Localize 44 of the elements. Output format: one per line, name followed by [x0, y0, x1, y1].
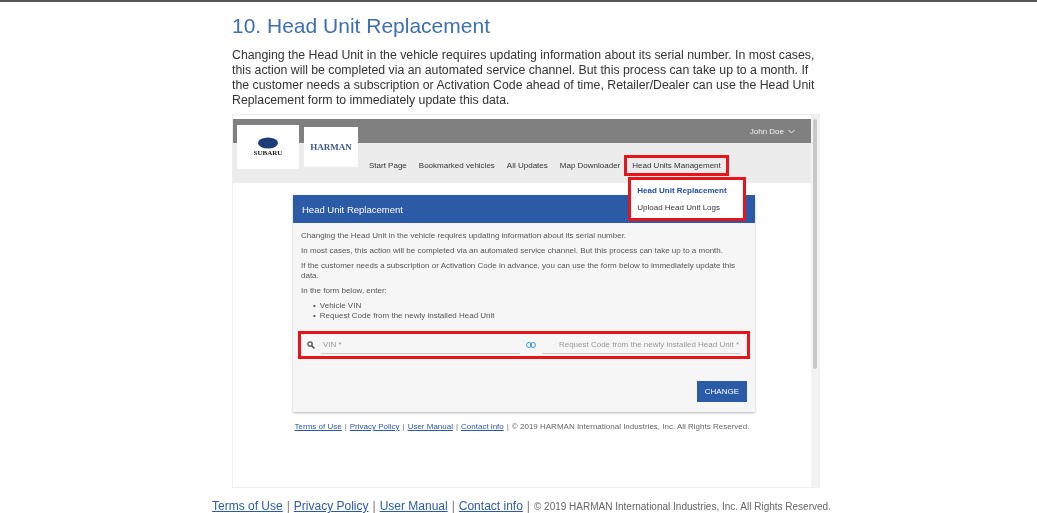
link-separator: | — [344, 422, 347, 431]
link-icon — [526, 342, 536, 348]
footer-link[interactable]: Privacy Policy — [293, 499, 369, 513]
footer-link[interactable]: User Manual — [379, 499, 448, 513]
user-name[interactable]: John Doe — [749, 126, 784, 136]
logo-emblem-icon — [257, 137, 279, 149]
chevron-down-icon — [788, 128, 795, 134]
card-paragraph: In most cases, this action will be completed via an automated service channel. But this process can take up to a month. — [301, 246, 724, 256]
footer-link[interactable]: Terms of Use — [294, 422, 342, 431]
dropdown-item[interactable]: Upload Head Unit Logs — [631, 199, 744, 216]
link-separator: | — [286, 499, 290, 513]
card-paragraph: If the customer needs a subscription or Activation Code in advance, you can use the form below to immediately update this data. — [301, 261, 736, 281]
copyright-text: © 2019 HARMAN International Industries, Inc. All Rights Reserved. — [511, 422, 750, 431]
nav-item[interactable]: All Updates — [501, 158, 553, 173]
link-separator: | — [372, 499, 376, 513]
nav-item[interactable]: Map Downloader — [554, 158, 626, 173]
list-item: Request Code from the newly installed Head Unit — [319, 311, 495, 321]
link-separator: | — [451, 499, 455, 513]
card-paragraph: Changing the Head Unit in the vehicle requires updating information about its serial number. — [301, 231, 628, 241]
link-separator: | — [402, 422, 405, 431]
logo-text: HARMAN — [310, 142, 352, 152]
card-paragraph: In the form below, enter: — [301, 286, 388, 296]
vin-input-field[interactable]: VIN * — [321, 336, 520, 354]
bullet: • — [313, 311, 316, 321]
footer-link[interactable]: Terms of Use — [212, 499, 283, 513]
list-item: Vehicle VIN — [319, 301, 362, 311]
footer-link[interactable]: Contact info — [458, 499, 523, 513]
footer-link[interactable]: User Manual — [407, 422, 453, 431]
copyright-text: © 2019 HARMAN International Industries, Inc. All Rights Reserved. — [533, 501, 831, 512]
nav-item[interactable]: Start Page — [364, 158, 412, 173]
scrollbar[interactable] — [811, 115, 819, 487]
nav-item[interactable]: Head Units Management — [627, 158, 726, 173]
link-separator: | — [526, 499, 530, 513]
nav-item[interactable]: Bookmarked vehicles — [413, 158, 500, 173]
link-separator: | — [506, 422, 509, 431]
section-heading: 10. Head Unit Replacement — [232, 14, 490, 38]
footer-link[interactable]: Contact info — [461, 422, 504, 431]
search-icon — [307, 341, 315, 349]
request-code-input-field[interactable]: Request Code from the newly installed Head Unit * — [542, 336, 741, 354]
change-button[interactable]: CHANGE — [696, 381, 747, 402]
link-separator: | — [456, 422, 459, 431]
bullet: • — [313, 301, 316, 311]
intro-paragraph: Changing the Head Unit in the vehicle requires updating information about its serial number. In most cases, this action will be completed via an automated service channel. But this process can take up to a month. If the customer needs a subscription or Activation Code ahead of time, Retailer/Dealer can use the Head Unit Replacement form to immediately update this data. — [232, 48, 816, 108]
footer-link[interactable]: Privacy Policy — [349, 422, 400, 431]
